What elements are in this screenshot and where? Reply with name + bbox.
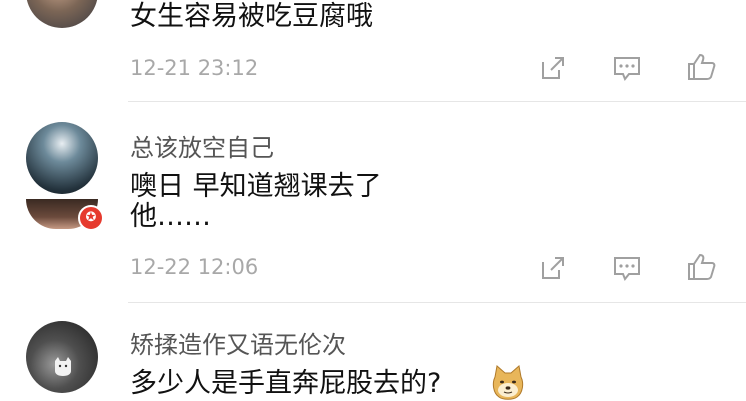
share-icon[interactable] (537, 252, 569, 284)
avatar[interactable] (26, 122, 98, 194)
share-icon[interactable] (537, 52, 569, 84)
comment-text-continuation: 他…… (130, 201, 211, 232)
divider (128, 302, 746, 303)
comment-timestamp: 12-22 12:06 (130, 255, 259, 279)
comment-text: 多少人是手直奔屁股去的? (130, 368, 442, 399)
comment-username[interactable]: 总该放空自己 (130, 128, 274, 163)
comment-username[interactable]: 矫揉造作又语无伦次 (130, 325, 346, 360)
divider (128, 101, 746, 102)
comment-icon[interactable] (611, 252, 643, 284)
like-icon[interactable] (686, 51, 718, 83)
star-badge-icon: ✪ (78, 205, 104, 231)
like-icon[interactable] (686, 251, 718, 283)
comment-icon[interactable] (611, 52, 643, 84)
avatar[interactable] (26, 0, 98, 28)
doge-emoji-icon (492, 365, 524, 400)
comment-timestamp: 12-21 23:12 (130, 56, 259, 80)
comment-text: 女生容易被吃豆腐哦 (130, 1, 373, 32)
comment-text: 噢日 早知道翘课去了 (130, 171, 382, 202)
cat-sticker-icon (55, 357, 71, 376)
